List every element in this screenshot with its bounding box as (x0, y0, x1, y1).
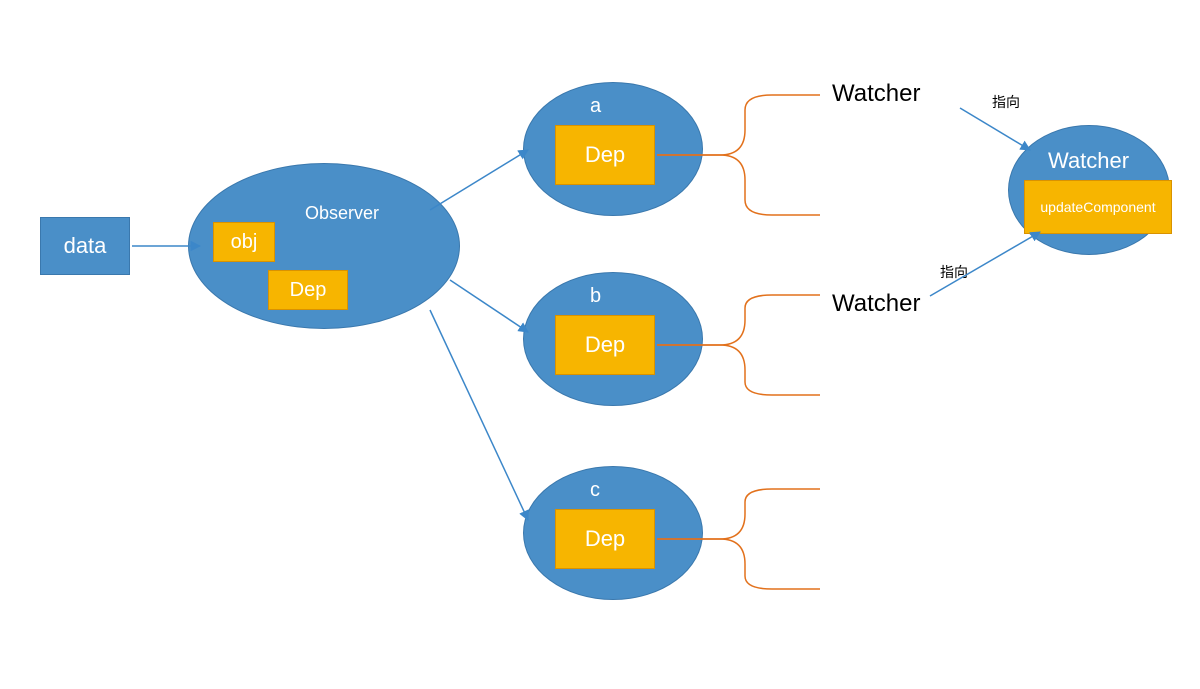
prop-b-dep-box: Dep (555, 315, 655, 375)
watcher-title: Watcher (1048, 148, 1129, 174)
prop-b-dep-label: Dep (585, 332, 625, 358)
arrow-label-1: 指向 (992, 92, 1020, 112)
arrow-watcher-a-to-node (960, 108, 1030, 150)
observer-obj-box: obj (213, 222, 275, 262)
observer-obj-label: obj (231, 231, 258, 254)
watcher-a-text: Watcher (832, 80, 920, 108)
observer-dep-box: Dep (268, 270, 348, 310)
observer-title: Observer (305, 203, 379, 224)
prop-c-dep-box: Dep (555, 509, 655, 569)
arrow-observer-b (450, 280, 528, 332)
arrow-observer-a (430, 150, 528, 210)
observer-dep-label: Dep (290, 279, 327, 302)
prop-a-dep-label: Dep (585, 142, 625, 168)
prop-a-name: a (590, 95, 601, 118)
arrow-label-2: 指向 (940, 262, 968, 282)
watcher-b-text: Watcher (832, 290, 920, 318)
data-box: data (40, 217, 130, 275)
arrow-observer-c (430, 310, 528, 520)
prop-a-dep-box: Dep (555, 125, 655, 185)
data-label: data (64, 233, 107, 259)
prop-c-name: c (590, 479, 600, 502)
watcher-update-label: updateComponent (1040, 199, 1155, 215)
watcher-update-box: updateComponent (1024, 180, 1172, 234)
prop-c-dep-label: Dep (585, 526, 625, 552)
prop-b-name: b (590, 285, 601, 308)
